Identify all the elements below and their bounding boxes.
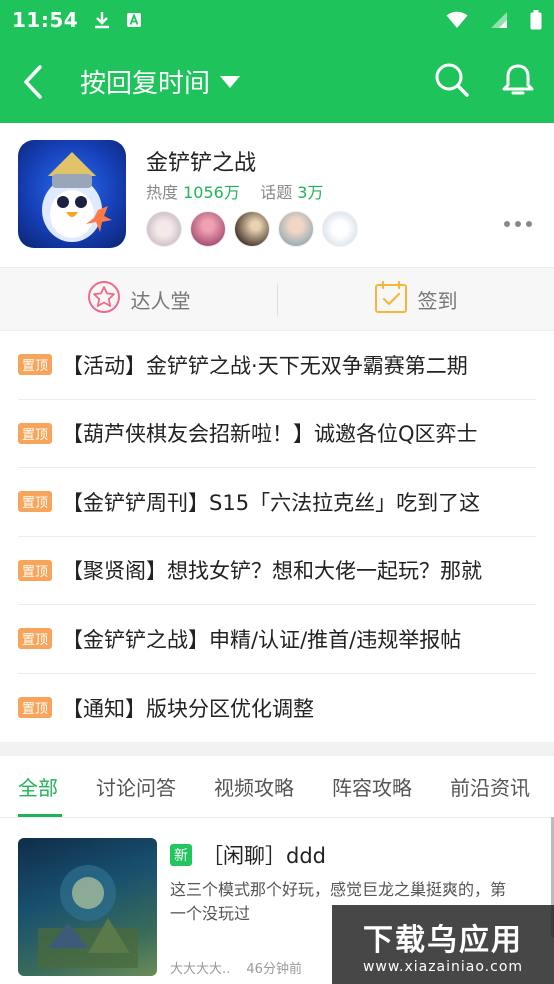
quick-actions: 达人堂 签到 bbox=[0, 268, 554, 331]
pinned-badge: 置顶 bbox=[18, 559, 53, 581]
new-badge: 新 bbox=[170, 844, 192, 866]
pinned-item[interactable]: 置顶 【金铲铲之战】申精/认证/推首/违规举报帖 bbox=[18, 605, 536, 674]
signal-icon bbox=[490, 11, 508, 29]
download-icon bbox=[92, 10, 112, 30]
app-header: 11:54 按回复时间 bbox=[0, 0, 554, 123]
pinned-badge: 置顶 bbox=[18, 422, 53, 444]
calendar-check-icon bbox=[374, 280, 408, 319]
pinned-badge: 置顶 bbox=[18, 697, 53, 719]
pinned-badge: 置顶 bbox=[18, 491, 53, 513]
avatar[interactable] bbox=[278, 211, 314, 247]
pinned-title: 【葫芦侠棋友会招新啦！】诚邀各位Q区弈士 bbox=[62, 422, 478, 447]
back-icon[interactable] bbox=[22, 60, 58, 104]
hall-of-fame-button[interactable]: 达人堂 bbox=[0, 268, 277, 330]
heat-label: 热度 bbox=[146, 183, 179, 202]
tab-news[interactable]: 前沿资讯 bbox=[450, 772, 530, 801]
member-avatars[interactable] bbox=[146, 211, 358, 247]
caret-down-icon bbox=[220, 75, 241, 88]
game-info-card[interactable]: 金铲铲之战 热度 1056万 话题 3万 bbox=[0, 123, 554, 268]
tab-video-guides[interactable]: 视频攻略 bbox=[214, 772, 294, 801]
post-meta: 大大大大.. 46分钟前 bbox=[170, 958, 302, 977]
tab-discussion[interactable]: 讨论问答 bbox=[96, 772, 176, 801]
hall-of-fame-label: 达人堂 bbox=[130, 288, 191, 313]
pinned-title: 【聚贤阁】想找女铲？想和大佬一起玩？那就 bbox=[62, 559, 483, 584]
watermark-title: 下载乌应用 bbox=[363, 922, 523, 958]
avatar[interactable] bbox=[146, 211, 182, 247]
category-tabs: 全部 讨论问答 视频攻略 阵容攻略 前沿资讯 bbox=[0, 756, 554, 818]
avatar[interactable] bbox=[234, 211, 270, 247]
more-options-icon[interactable] bbox=[504, 221, 532, 227]
watermark-url: www.xiazainiao.com bbox=[362, 958, 524, 975]
post-thumbnail bbox=[18, 838, 157, 976]
post-time: 46分钟前 bbox=[246, 962, 302, 977]
wifi-icon bbox=[446, 11, 468, 29]
status-time: 11:54 bbox=[12, 8, 79, 32]
game-stats: 热度 1056万 话题 3万 bbox=[146, 179, 323, 203]
pinned-item[interactable]: 置顶 【葫芦侠棋友会招新啦！】诚邀各位Q区弈士 bbox=[18, 400, 536, 468]
font-a-icon bbox=[126, 12, 142, 28]
pinned-badge: 置顶 bbox=[18, 628, 53, 650]
pinned-item[interactable]: 置顶 【活动】金铲铲之战·天下无双争霸赛第二期 bbox=[18, 331, 536, 400]
checkin-label: 签到 bbox=[417, 288, 458, 313]
star-badge-icon bbox=[87, 280, 121, 319]
divider bbox=[277, 284, 278, 316]
nav-bar: 按回复时间 bbox=[0, 40, 554, 123]
pinned-item[interactable]: 置顶 【聚贤阁】想找女铲？想和大佬一起玩？那就 bbox=[18, 537, 536, 605]
bell-icon[interactable] bbox=[500, 62, 536, 102]
status-bar: 11:54 bbox=[0, 0, 554, 40]
pinned-title: 【活动】金铲铲之战·天下无双争霸赛第二期 bbox=[62, 353, 468, 378]
heat-value: 1056万 bbox=[183, 183, 240, 202]
topic-value: 3万 bbox=[297, 183, 324, 202]
game-cover-image bbox=[18, 140, 126, 248]
avatar[interactable] bbox=[322, 211, 358, 247]
pinned-title: 【金铲铲之战】申精/认证/推首/违规举报帖 bbox=[62, 627, 462, 652]
pinned-title: 【金铲铲周刊】S15「六法拉克丝」吃到了这 bbox=[62, 490, 481, 515]
post-title: ［闲聊］ddd bbox=[202, 844, 326, 868]
post-title-row: 新 ［闲聊］ddd bbox=[170, 840, 326, 870]
pinned-item[interactable]: 置顶 【通知】版块分区优化调整 bbox=[18, 674, 536, 743]
pinned-title: 【通知】版块分区优化调整 bbox=[62, 696, 315, 721]
pinned-badge: 置顶 bbox=[18, 354, 53, 376]
tab-lineup-guides[interactable]: 阵容攻略 bbox=[332, 772, 412, 801]
sort-selector[interactable]: 按回复时间 bbox=[80, 63, 241, 100]
search-icon[interactable] bbox=[434, 62, 470, 102]
checkin-button[interactable]: 签到 bbox=[277, 268, 554, 330]
site-watermark: 下载乌应用 www.xiazainiao.com bbox=[332, 905, 554, 984]
game-name: 金铲铲之战 bbox=[146, 151, 257, 176]
tab-all[interactable]: 全部 bbox=[18, 772, 58, 801]
active-tab-indicator bbox=[18, 814, 62, 817]
pinned-item[interactable]: 置顶 【金铲铲周刊】S15「六法拉克丝」吃到了这 bbox=[18, 468, 536, 537]
pinned-list: 置顶 【活动】金铲铲之战·天下无双争霸赛第二期 置顶 【葫芦侠棋友会招新啦！】诚… bbox=[0, 331, 554, 742]
battery-icon bbox=[530, 10, 542, 30]
topic-label: 话题 bbox=[260, 183, 293, 202]
post-author: 大大大大.. bbox=[170, 962, 231, 977]
avatar[interactable] bbox=[190, 211, 226, 247]
sort-selector-label: 按回复时间 bbox=[80, 69, 211, 99]
section-divider bbox=[0, 742, 554, 756]
